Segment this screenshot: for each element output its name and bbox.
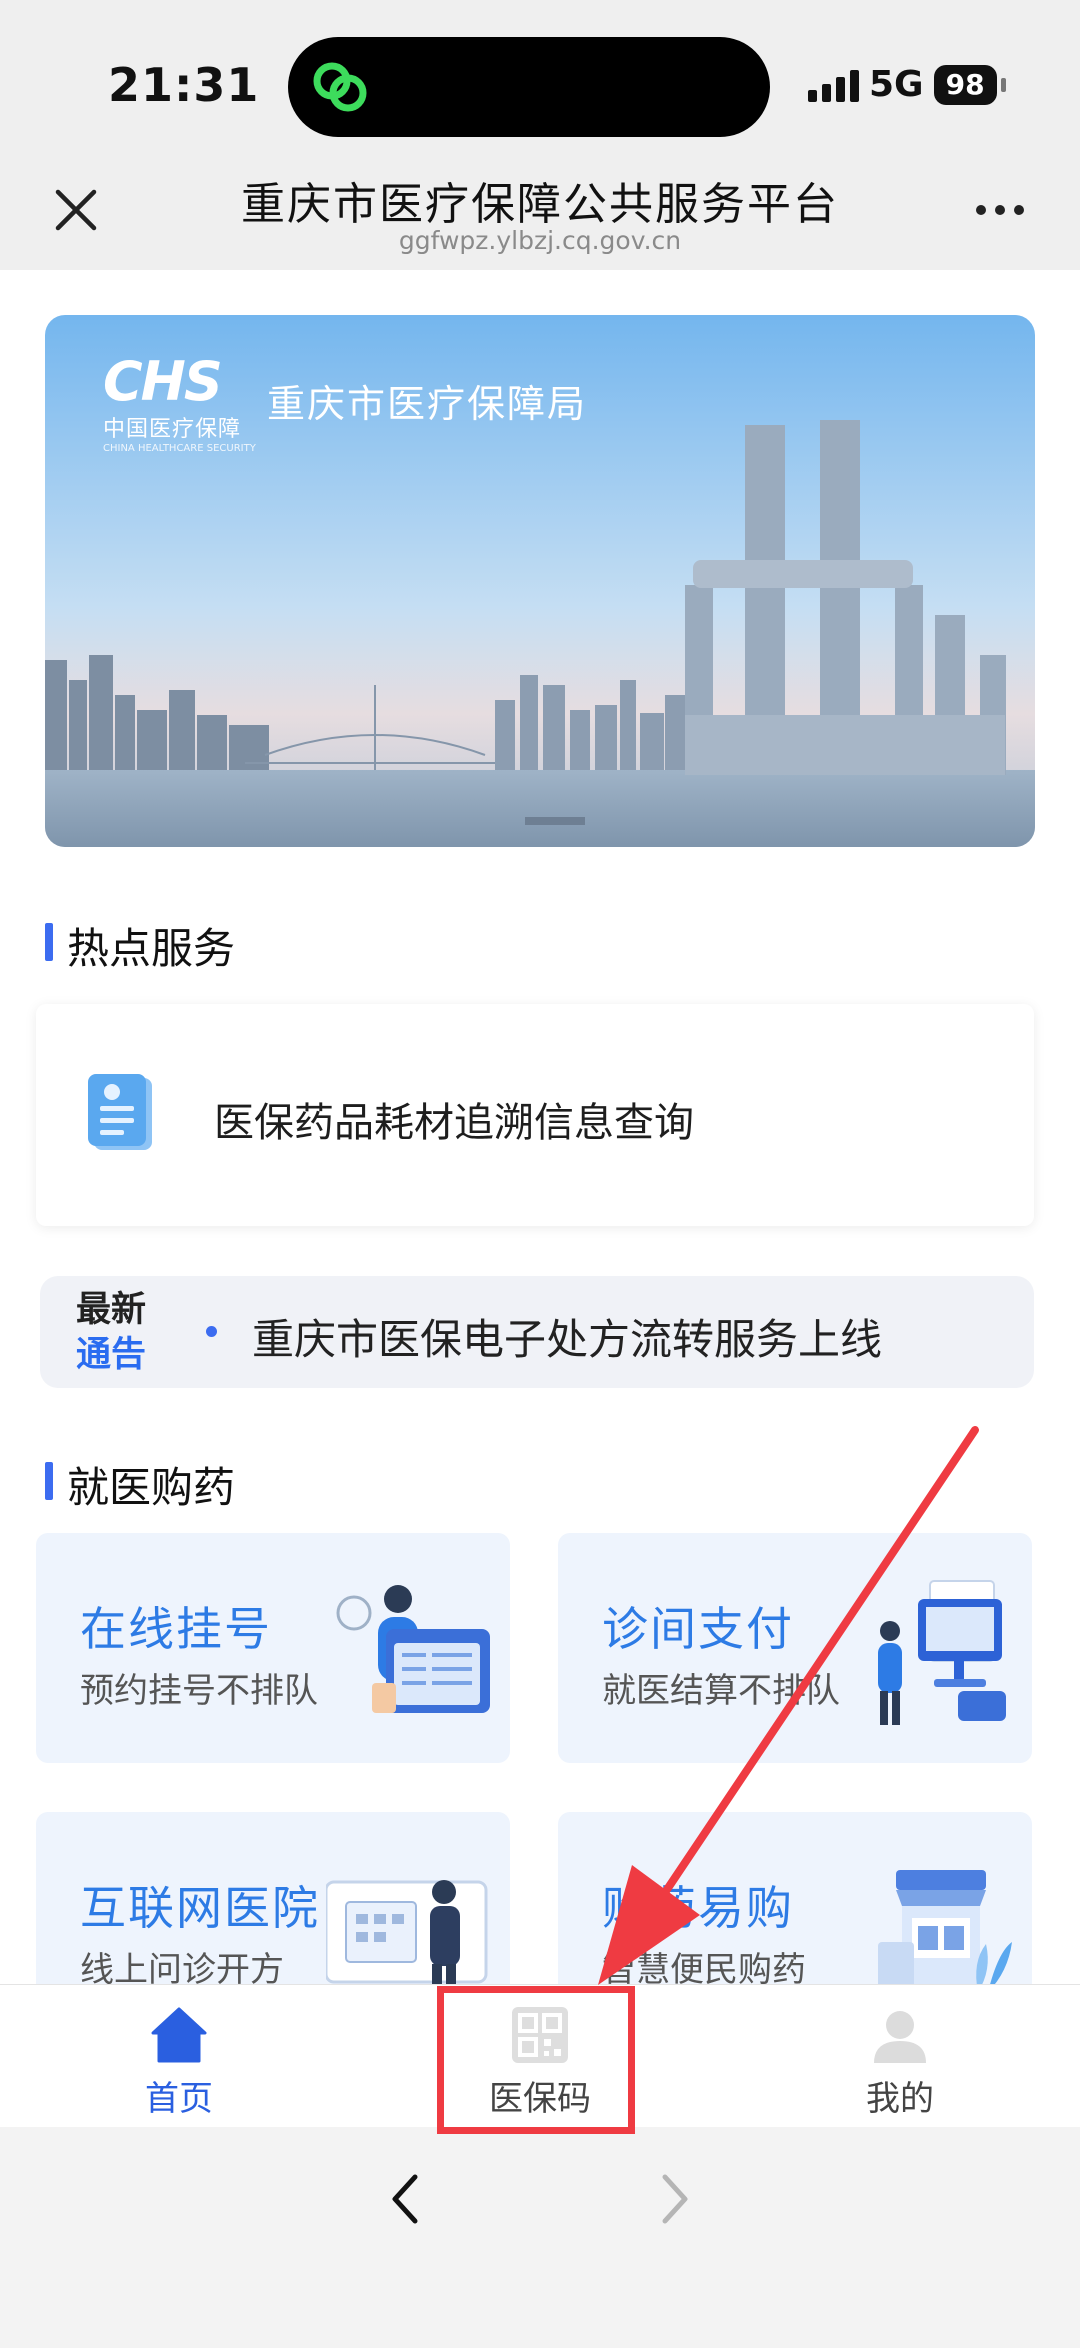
dynamic-island: [288, 37, 770, 137]
nav-item-mine[interactable]: 我的: [800, 1985, 1000, 2127]
service-traceability-query[interactable]: 医保药品耗材追溯信息查询: [36, 1004, 1034, 1226]
banner-org-name: 重庆市医疗保障局: [267, 382, 588, 426]
latest-notice[interactable]: 最新 通告 重庆市医保电子处方流转服务上线: [40, 1276, 1034, 1388]
bullet-dot: [206, 1326, 217, 1337]
back-arrow-icon[interactable]: [385, 2169, 425, 2229]
tile-subtitle: 就医结算不排队: [602, 1671, 840, 1711]
battery-icon: [1000, 77, 1006, 92]
chs-logo: CHS 中国医疗保障 CHINA HEALTHCARE SECURITY: [103, 350, 256, 455]
tile-online-registration[interactable]: 在线挂号 预约挂号不排队: [36, 1533, 510, 1763]
banner[interactable]: CHS 中国医疗保障 CHINA HEALTHCARE SECURITY 重庆市…: [45, 315, 1035, 847]
browser-bottom-bar: [0, 2127, 1080, 2348]
notice-badge: 最新 通告: [76, 1290, 147, 1375]
tile-clinic-payment[interactable]: 诊间支付 就医结算不排队: [558, 1533, 1032, 1763]
tile-title: 互联网医院: [80, 1881, 320, 1935]
battery-level: 98: [933, 64, 997, 105]
page-url: ggfwpz.ylbzj.cq.gov.cn: [398, 226, 682, 255]
registration-illustration-icon: [336, 1585, 490, 1713]
user-icon: [874, 2011, 926, 2063]
forward-arrow-icon[interactable]: [655, 2169, 695, 2229]
status-bar: 21:31 5G 98: [0, 0, 1080, 160]
tile-title: 诊间支付: [602, 1602, 794, 1656]
section-title-medical: 就医购药: [45, 1454, 235, 1515]
section-title-hot-services: 热点服务: [45, 915, 235, 976]
tile-title: 购药易购: [602, 1881, 794, 1935]
link-icon: [313, 62, 367, 112]
status-time: 21:31: [108, 58, 260, 112]
browser-title-bar: 重庆市医疗保障公共服务平台 ggfwpz.ylbzj.cq.gov.cn: [0, 160, 1080, 270]
home-icon: [151, 2007, 207, 2063]
network-type: 5G: [869, 64, 924, 105]
tile-title: 在线挂号: [80, 1602, 272, 1656]
payment-illustration-icon: [878, 1580, 1006, 1725]
status-indicators: 5G 98: [808, 64, 1006, 105]
annotation-highlight-box: [437, 1986, 635, 2134]
more-options-icon[interactable]: [976, 205, 1024, 215]
signal-icon: [808, 68, 859, 102]
document-icon: [88, 1074, 152, 1150]
nav-label: 首页: [145, 2079, 213, 2119]
notice-text: 重庆市医保电子处方流转服务上线: [252, 1315, 883, 1364]
hot-service-label: 医保药品耗材追溯信息查询: [214, 1100, 694, 1146]
nav-label: 我的: [866, 2079, 934, 2119]
nav-item-home[interactable]: 首页: [79, 1985, 279, 2127]
tile-subtitle: 预约挂号不排队: [80, 1671, 318, 1711]
page-title: 重庆市医疗保障公共服务平台: [241, 179, 839, 230]
